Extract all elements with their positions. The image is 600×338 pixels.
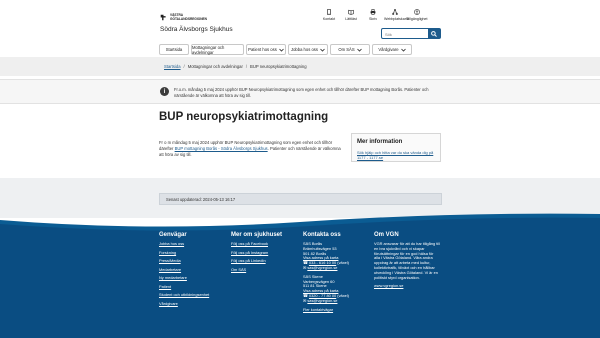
nav-startsida-label: Startsida [165,47,183,52]
info-box: Mer information Sök hjälp och hitta var … [351,133,441,162]
nav-startsida[interactable]: Startsida [159,44,189,55]
breadcrumb-separator: / [183,64,185,69]
tool-webbplatskarta[interactable]: Webbplatskarta [384,9,409,21]
tool-tillganglighet-label: Tillgänglighet [406,17,428,21]
tool-skriv-label: Skriv [369,17,377,21]
footer-link-medarbetare[interactable]: Medarbetare [159,267,219,273]
footer-background [0,213,600,338]
footer-om-vgn-title: Om VGN [374,232,399,238]
footer-link-facebook[interactable]: Följ oss på Facebook [231,241,293,247]
nav-mottagningar-label: Mottagningar och avdelningar [192,44,225,55]
nav-patient-label: Patient hos oss [248,47,277,52]
nav-jobba[interactable]: Jobba hos oss [288,44,328,55]
chevron-down-icon [356,48,362,52]
footer-link-vardgivare[interactable]: Vårdgivare [159,301,219,307]
footer-link-student[interactable]: Student och utbildningsenhet [159,292,219,298]
search-box [381,28,441,39]
nav-jobba-label: Jobba hos oss [290,47,318,52]
book-icon [348,9,354,15]
footer-link-linkedin[interactable]: Följ oss på LinkedIn [231,258,293,264]
footer-mer-om: Mer om sjukhuset Följ oss på Facebook Fö… [231,232,293,276]
chevron-down-icon [320,48,325,52]
sitemap-icon [392,9,398,15]
nav-mottagningar[interactable]: Mottagningar och avdelningar [191,44,244,55]
skene-email-link[interactable]: sas@vgregion.se [307,298,337,303]
footer-genvagar: Genvägar Jobba hos oss Forskning Press/M… [159,232,219,310]
breadcrumb-current: BUP neuropsykiatrimottagning [250,64,307,69]
notice-banner: i Fr.o.m. måndag 5 maj 2024 upphör BUP N… [0,79,600,104]
tool-lattlast-label: Lättläst [345,17,357,21]
tool-lattlast[interactable]: Lättläst [340,9,362,21]
breadcrumb-mottagningar[interactable]: Mottagningar och avdelningar [188,64,243,69]
vgr-logo-icon[interactable] [160,14,167,21]
notice-text: Fr.o.m. måndag 5 maj 2024 upphör BUP Neu… [174,87,429,98]
page: { "header": { "logo_text": "VÄSTRA GÖTAL… [0,0,600,338]
footer-genvagar-title: Genvägar [159,232,187,238]
footer-link-forskning[interactable]: Forskning [159,250,219,256]
info-icon: i [160,87,169,96]
footer-om-vgn-text: VGR ansvarar för att du har tillgång til… [374,241,440,280]
nav-om-sas-label: Om SÄS [338,47,355,52]
footer-kontakta-title: Kontakta oss [303,232,341,238]
phone-icon [327,9,331,15]
info-box-title: Mer information [357,139,403,145]
lead-link[interactable]: BUP mottagning Borås - Södra Älvsborgs S… [175,146,268,151]
footer-link-jobba[interactable]: Jobba hos oss [159,241,219,247]
breadcrumb-separator: / [245,64,248,69]
nav-vardgivare-label: Vårdgivare [378,47,399,52]
lead-paragraph: Fr o m måndag 5 maj 2024 upphör BUP Neur… [159,140,343,158]
tool-skriv[interactable]: Skriv [362,9,384,21]
search-icon [431,30,437,37]
tool-kontakt[interactable]: Kontakt [318,9,340,21]
footer-om-vgn: Om VGN VGR ansvarar för att du har tillg… [374,232,440,289]
search-input[interactable] [385,30,427,38]
header-tools: Kontakt Lättläst Skriv Webbplatskarta Ti… [318,9,428,21]
footer-mer-om-title: Mer om sjukhuset [231,232,283,238]
breadcrumb: Startsida / Mottagningar och avdelningar… [0,57,600,76]
boras-phone-suffix: (växel) [336,260,349,266]
footer-link-press[interactable]: Press/Media [159,258,219,264]
nav-patient[interactable]: Patient hos oss [246,44,286,55]
footer-link-instagram[interactable]: Följ oss på Instagram [231,250,293,256]
nav-om-sas[interactable]: Om SÄS [330,44,370,55]
footer [0,210,600,338]
chevron-down-icon [400,48,406,52]
page-title: BUP neuropsykiatrimottagning [159,111,329,123]
breadcrumb-startsida[interactable]: Startsida [164,64,181,69]
footer-link-ny-medarbetare[interactable]: Ny medarbetare [159,275,219,281]
footer-vgregion-link[interactable]: www.vgregion.se [374,284,440,289]
footer-link-om-sas[interactable]: Om SÄS [231,267,293,273]
vgr-logo-text: VÄSTRA GÖTALANDSREGIONEN [170,13,207,21]
accessibility-icon [414,9,420,15]
info-box-link[interactable]: Sök hjälp och hitta var du ska vända dig… [357,150,437,160]
skene-phone-suffix: (växel) [336,292,349,298]
print-icon [370,9,376,15]
chevron-down-icon [279,48,284,52]
site-name[interactable]: Södra Älvsborgs Sjukhus [160,26,233,33]
tool-tillganglighet[interactable]: Tillgänglighet [406,9,428,21]
footer-link-patient[interactable]: Patient [159,284,219,290]
boras-email-link[interactable]: sas@vgregion.se [307,265,337,270]
footer-kontakta: Kontakta oss SÄS Borås Brämhultsvägen 53… [303,232,365,312]
main-nav: Startsida Mottagningar och avdelningar P… [159,44,414,55]
nav-vardgivare[interactable]: Vårdgivare [372,44,412,55]
more-contact-link[interactable]: Fler kontaktvägar [303,307,365,313]
tool-kontakt-label: Kontakt [322,17,336,21]
last-updated: Senast uppdaterad: 2024-05-13 16:17 [159,193,442,205]
search-button[interactable] [428,29,440,38]
